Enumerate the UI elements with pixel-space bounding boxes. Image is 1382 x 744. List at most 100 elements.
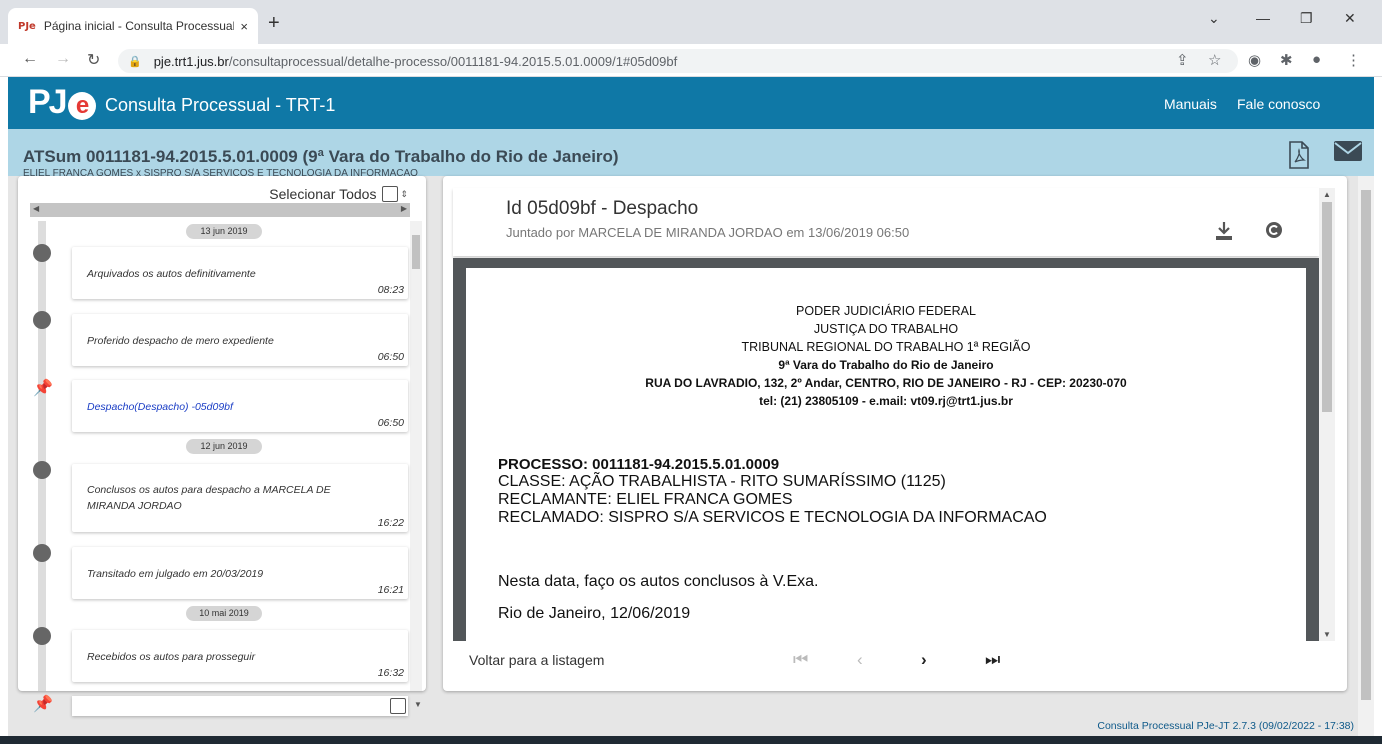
extensions-puzzle-icon[interactable]: ✱ [1280,51,1293,69]
timeline-dot [33,244,51,262]
timeline-event[interactable]: Recebidos os autos para prosseguir 16:32 [72,630,408,682]
pje-favicon-icon: PJe [18,20,36,32]
body-text: Nesta data, faço os autos conclusos à V.… [498,573,819,590]
minimize-icon[interactable]: — [1256,10,1270,26]
profile-icon[interactable]: ● [1312,51,1321,68]
copyright-icon[interactable] [1265,221,1283,244]
timeline-event[interactable]: Proferido despacho de mero expediente 06… [72,314,408,366]
event-text: Despacho(Despacho) -05d09bf [87,401,233,413]
header-line: JUSTIÇA DO TRABALHO [813,322,959,336]
event-checkbox[interactable] [390,698,406,714]
process-header: ATSum 0011181-94.2015.5.01.0009 (9ª Vara… [8,129,1374,176]
os-taskbar [0,736,1382,744]
header-line: RUA DO LAVRADIO, 132, 2º Andar, CENTRO, … [645,376,1127,390]
document-viewer[interactable]: PODER JUDICIÁRIO FEDERAL JUSTIÇA DO TRAB… [453,258,1319,641]
scroll-thumb[interactable] [412,235,420,269]
pin-icon: 📌 [33,380,53,397]
document-title: Id 05d09bf - Despacho [506,198,699,219]
forward-icon[interactable]: → [55,50,71,68]
timeline-event[interactable]: Conclusos os autos para despacho a MARCE… [72,464,408,532]
app-title: Consulta Processual - TRT-1 [105,95,336,115]
download-icon[interactable] [1215,221,1233,246]
scroll-down-icon[interactable]: ▼ [414,700,422,709]
email-icon[interactable] [1334,141,1362,167]
scroll-left-icon[interactable]: ◀ [33,204,39,213]
tab-search-icon[interactable]: ⌄ [1208,10,1220,27]
document-header: Id 05d09bf - Despacho Juntado por MARCEL… [453,188,1319,256]
horizontal-scrollbar[interactable]: ◀ ▶ [30,203,410,217]
address-bar[interactable]: 🔒 pje.trt1.jus.br/consultaprocessual/det… [118,49,1238,73]
lock-icon: 🔒 [128,55,142,68]
spinner-arrows-icon[interactable]: ⇕ [400,189,408,200]
reclamado-line: RECLAMADO: SISPRO S/A SERVICOS E TECNOLO… [498,509,1047,526]
event-time: 06:50 [377,351,404,363]
scroll-up-icon[interactable]: ▲ [1323,190,1331,199]
header-line: 9ª Vara do Trabalho do Rio de Janeiro [778,358,994,372]
event-time: 08:23 [377,284,404,296]
back-to-list-link[interactable]: Voltar para a listagem [469,652,604,668]
reclamante-line: RECLAMANTE: ELIEL FRANCA GOMES [498,491,793,508]
select-all[interactable]: Selecionar Todos ⇕ [269,186,408,202]
event-text: Arquivados os autos definitivamente [87,268,256,280]
header-line: PODER JUDICIÁRIO FEDERAL [796,304,976,318]
restore-icon[interactable]: ❐ [1300,10,1313,27]
browser-tab[interactable]: PJe Página inicial - Consulta Processual… [8,8,258,44]
document-subtitle: Juntado por MARCELA DE MIRANDA JORDAO em… [506,225,910,240]
document-scrollbar[interactable]: ▲ ▼ [1319,188,1335,641]
classe-line: CLASSE: AÇÃO TRABALHISTA - RITO SUMARÍSS… [498,473,946,490]
prev-icon[interactable]: ‹ [857,650,863,670]
back-icon[interactable]: ← [22,50,38,68]
share-icon[interactable]: ⇪ [1176,51,1189,69]
last-page-icon[interactable]: ⏭ [985,650,1000,670]
manuals-link[interactable]: Manuais [1164,96,1217,112]
event-text: Recebidos os autos para prosseguir [87,651,256,663]
event-time: 16:32 [377,667,404,679]
header-line: TRIBUNAL REGIONAL DO TRABALHO 1ª REGIÃO [741,340,1031,354]
scroll-down-icon[interactable]: ▼ [1323,630,1331,639]
url-path: /consultaprocessual/detalhe-processo/001… [228,53,678,69]
extension-avatar-icon[interactable]: ◉ [1248,51,1261,69]
bookmark-star-icon[interactable]: ☆ [1208,51,1221,69]
document-footer-nav: Voltar para a listagem ⏮ ‹ › ⏭ [443,646,1347,676]
timeline-dot [33,461,51,479]
scroll-thumb[interactable] [1322,202,1332,412]
select-all-label: Selecionar Todos [269,186,377,202]
pje-logo: PJ e [28,83,96,122]
timeline-dot [33,544,51,562]
timeline-scrollbar[interactable] [410,221,422,691]
timeline-event[interactable]: Arquivados os autos definitivamente 08:2… [72,247,408,299]
document-page: PODER JUDICIÁRIO FEDERAL JUSTIÇA DO TRAB… [466,268,1306,641]
date-chip: 10 mai 2019 [186,606,262,621]
pdf-download-icon[interactable] [1288,141,1310,175]
tab-close-icon[interactable]: × [240,19,248,34]
timeline-event[interactable]: Transitado em julgado em 20/03/2019 16:2… [72,547,408,599]
browser-tabbar: PJe Página inicial - Consulta Processual… [0,0,1382,44]
date-chip: 13 jun 2019 [186,224,262,239]
timeline-panel: Selecionar Todos ⇕ ◀ ▶ 13 jun 2019 Arqui… [18,176,426,691]
app-header: PJ e Consulta Processual - TRT-1 Manuais … [8,77,1374,129]
first-page-icon[interactable]: ⏮ [793,650,808,670]
contact-link[interactable]: Fale conosco [1237,96,1320,112]
page-scrollbar[interactable] [1358,176,1374,736]
tab-title: Página inicial - Consulta Processual [43,19,235,33]
date-chip: 12 jun 2019 [186,439,262,454]
next-icon[interactable]: › [921,650,927,670]
scroll-right-icon[interactable]: ▶ [401,204,407,213]
body-text: Rio de Janeiro, 12/06/2019 [498,605,691,622]
event-time: 16:21 [377,584,404,596]
pin-icon: 📌 [33,696,53,713]
close-window-icon[interactable]: ✕ [1344,10,1356,27]
process-parties: ELIEL FRANCA GOMES x SISPRO S/A SERVICOS… [23,168,418,176]
timeline-event-document[interactable]: Despacho(Despacho) -05d09bf 06:50 [72,380,408,432]
url-host: pje.trt1.jus.br [153,53,229,69]
header-line: tel: (21) 23805109 - e.mail: vt09.rj@trt… [759,394,1013,408]
reload-icon[interactable]: ↻ [87,50,100,70]
event-time: 06:50 [377,417,404,429]
version-footer: Consulta Processual PJe-JT 2.7.3 (09/02/… [1097,720,1354,732]
new-tab-icon[interactable]: + [268,12,280,35]
timeline-event-partial[interactable] [72,696,408,716]
timeline-dot [33,311,51,329]
scroll-thumb[interactable] [1361,190,1371,700]
menu-kebab-icon[interactable]: ⋮ [1346,51,1361,69]
select-all-checkbox[interactable] [382,186,399,202]
